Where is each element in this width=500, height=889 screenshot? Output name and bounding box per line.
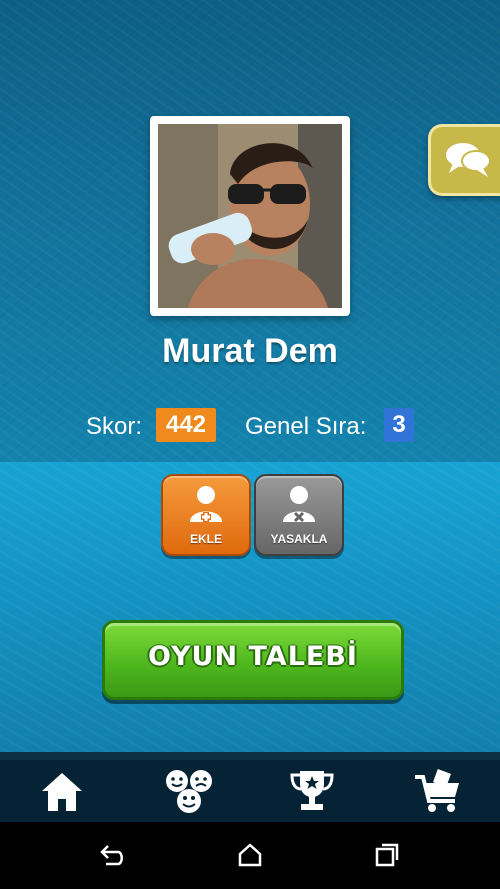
ban-user-icon (283, 486, 315, 523)
profile-screen: Murat Dem Skor: 442 Genel Sıra: 3 EKLE Y… (0, 0, 500, 760)
add-friend-label: EKLE (189, 532, 222, 546)
avatar-photo (158, 124, 342, 308)
chat-bubbles-icon (446, 143, 491, 177)
player-name: Murat Dem (162, 332, 338, 370)
back-icon[interactable] (98, 842, 126, 868)
trophy-icon (290, 771, 334, 810)
avatar-frame (150, 116, 350, 316)
game-request-label: OYUN TALEBİ (148, 641, 358, 672)
chat-button[interactable] (428, 124, 500, 196)
tabbar-divider (0, 752, 500, 760)
tab-leaderboard[interactable] (250, 760, 375, 822)
add-user-icon (190, 486, 222, 522)
score-badge: 442 (156, 408, 216, 442)
shopping-cart-icon (415, 769, 459, 812)
ban-user-button[interactable]: YASAKLA (254, 474, 344, 556)
tab-home[interactable] (0, 760, 125, 822)
rank-label: Genel Sıra: (245, 413, 367, 440)
tab-social[interactable] (125, 760, 250, 822)
home-icon (42, 773, 82, 811)
add-friend-button[interactable]: EKLE (161, 474, 251, 556)
system-navbar (0, 822, 500, 889)
ban-user-label: YASAKLA (270, 532, 328, 546)
player-stats: Skor: 442 Genel Sıra: 3 (0, 408, 500, 444)
bottom-tabbar (0, 760, 500, 822)
score-label: Skor: (86, 413, 143, 440)
smileys-icon (166, 770, 212, 813)
rank-badge: 3 (384, 408, 414, 442)
avatar (158, 124, 342, 308)
home-nav-icon[interactable] (237, 842, 263, 868)
game-request-button[interactable]: OYUN TALEBİ (102, 620, 404, 700)
recent-apps-icon[interactable] (374, 842, 400, 868)
tab-shop[interactable] (375, 760, 500, 822)
